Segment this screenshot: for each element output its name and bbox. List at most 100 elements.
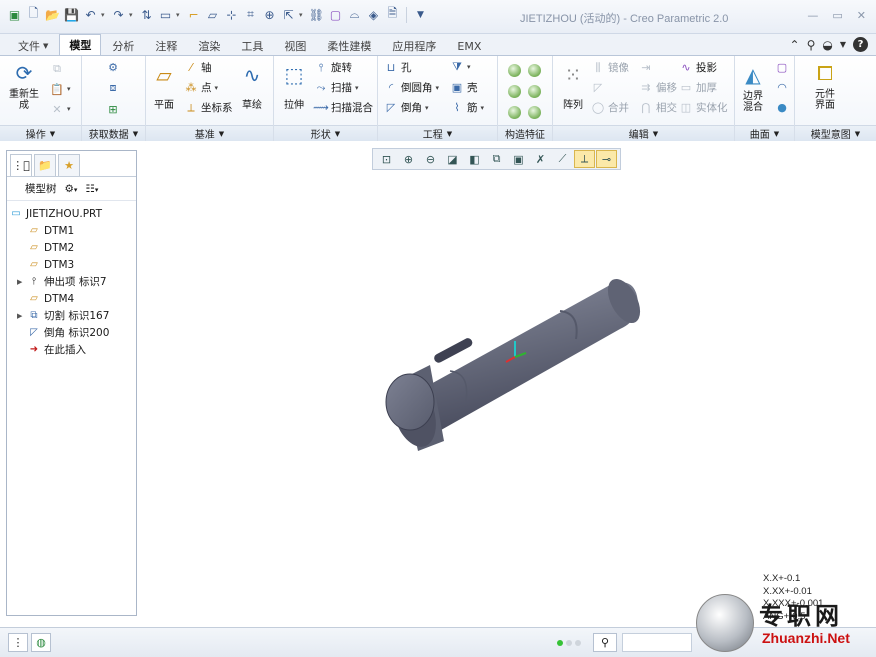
freestyle-button[interactable]: ● — [775, 100, 789, 114]
regenerate-button[interactable]: ⟳ 重新生成 — [7, 59, 41, 111]
minimize-ribbon-icon[interactable]: ⌃ — [790, 38, 800, 52]
construction-feature-icon[interactable] — [508, 85, 521, 98]
swept-blend-button[interactable]: ⟿ 扫描混合 — [313, 100, 373, 115]
undo-icon[interactable]: ↶ — [82, 6, 99, 23]
tab-view[interactable]: 视图 — [274, 36, 316, 55]
datum-display-filter-icon[interactable]: ⟂ — [574, 150, 595, 168]
windows-dropdown-icon[interactable]: ▾ — [176, 11, 183, 19]
tab-flexible-modeling[interactable]: 柔性建模 — [317, 36, 381, 55]
intersect-button[interactable]: ⋂ 相交 — [639, 100, 677, 115]
tree-node-root[interactable]: ▭ JIETIZHOU.PRT — [7, 205, 136, 222]
axis-display-icon[interactable]: ⊹ — [223, 6, 240, 23]
tab-render[interactable]: 渲染 — [188, 36, 230, 55]
component-interface-button[interactable]: ⧠ 元件界面 — [811, 59, 839, 111]
zoom-in-icon[interactable]: ⊕ — [398, 150, 419, 168]
thicken-button[interactable]: ▭ 加厚 — [679, 80, 717, 95]
maximize-button[interactable]: ▭ — [832, 9, 842, 22]
customize-dropdown-icon[interactable]: ▼ — [412, 6, 429, 23]
surface-icon[interactable]: ◈ — [365, 6, 382, 23]
revolve-button[interactable]: ⫯ 旋转 — [314, 60, 352, 75]
group-label[interactable]: 模型意图 ▼ — [795, 125, 876, 141]
group-label[interactable]: 基准 ▼ — [146, 125, 273, 141]
extrude-button[interactable]: ⬚ 拉伸 — [280, 61, 308, 111]
group-label[interactable]: 工程 ▼ — [378, 125, 497, 141]
community-icon[interactable]: ◒ — [822, 38, 832, 52]
display-style-icon[interactable]: ◧ — [464, 150, 485, 168]
find-icon[interactable]: ⚲ — [593, 633, 617, 652]
view-manager-icon[interactable]: ▣ — [508, 150, 529, 168]
shape-icon[interactable]: ⌓ — [346, 6, 363, 23]
tree-node-chamfer[interactable]: ◸ 倒角 标识200 — [7, 324, 136, 341]
folder-browser-tab-icon[interactable]: 📁 — [34, 154, 56, 176]
boundary-blend-button[interactable]: ◭ 边界混合 — [739, 61, 767, 113]
annotation-display-icon[interactable]: ⟋ — [552, 150, 573, 168]
close-button[interactable]: ✕ — [857, 9, 866, 22]
group-label[interactable]: 操作 ▼ — [0, 125, 81, 141]
redo-icon[interactable]: ↷ — [110, 6, 127, 23]
new-file-icon[interactable]: 🗋 — [25, 6, 42, 23]
undo-dropdown-icon[interactable]: ▾ — [101, 11, 108, 19]
tree-node-dtm2[interactable]: ▱ DTM2 — [7, 239, 136, 256]
selection-filter-field[interactable] — [622, 633, 692, 652]
save-icon[interactable]: 💾 — [63, 6, 80, 23]
zoom-out-icon[interactable]: ⊖ — [420, 150, 441, 168]
refit-icon[interactable]: ⊡ — [376, 150, 397, 168]
tree-node-dtm4[interactable]: ▱ DTM4 — [7, 290, 136, 307]
saved-views-icon[interactable]: ⧉ — [486, 150, 507, 168]
open-folder-icon[interactable]: 📂 — [44, 6, 61, 23]
datum-display-icon[interactable]: ⌐ — [185, 6, 202, 23]
model-tree-tab-icon[interactable]: ⋮⃞ — [10, 154, 32, 176]
tab-analysis[interactable]: 分析 — [102, 36, 144, 55]
offset-button[interactable]: ⇉ 偏移 — [639, 80, 677, 95]
fill-button[interactable]: ▢ — [775, 60, 789, 74]
point-display-icon[interactable]: ⊕ — [261, 6, 278, 23]
app-logo-icon[interactable]: ▣ — [6, 6, 23, 23]
group-label[interactable]: 曲面 ▼ — [735, 125, 794, 141]
construction-feature-icon[interactable] — [528, 85, 541, 98]
link-icon[interactable]: ⛓ — [308, 6, 325, 23]
help-icon[interactable]: ? — [853, 37, 868, 52]
tab-model[interactable]: 模型 — [59, 34, 102, 55]
style-button[interactable]: ◠ — [775, 80, 789, 94]
tree-node-dtm1[interactable]: ▱ DTM1 — [7, 222, 136, 239]
windows-icon[interactable]: ▭ — [157, 6, 174, 23]
axis-button[interactable]: ⁄ 轴 — [184, 60, 211, 75]
construction-feature-icon[interactable] — [528, 106, 541, 119]
spin-center-icon[interactable]: ⊸ — [596, 150, 617, 168]
repaint-icon[interactable]: ◪ — [442, 150, 463, 168]
construction-feature-icon[interactable] — [508, 106, 521, 119]
merge-inheritance-button[interactable]: ⊞ — [106, 102, 120, 116]
search-icon[interactable]: ⚲ — [807, 38, 816, 52]
mirror-button[interactable]: ⫼ 镜像 — [591, 60, 629, 75]
tab-tools[interactable]: 工具 — [231, 36, 273, 55]
chamfer-button[interactable]: ◸ 倒角 ▾ — [384, 100, 429, 115]
tab-file[interactable]: 文件 ▼ — [8, 36, 58, 55]
tab-emx[interactable]: EMX — [447, 36, 491, 55]
group-label[interactable]: 获取数据 ▼ — [82, 125, 145, 141]
shell-button[interactable]: ▣ 壳 — [450, 80, 478, 95]
trim-button[interactable]: ⇥ — [639, 60, 653, 74]
paste-button[interactable]: 📋 ▾ — [50, 82, 70, 96]
select-icon[interactable]: ⇱ — [280, 6, 297, 23]
csys-display-icon[interactable]: ⌗ — [242, 6, 259, 23]
tree-columns-icon[interactable]: ☷▾ — [85, 183, 98, 195]
solidify-button[interactable]: ◫ 实体化 — [679, 100, 728, 115]
copy-geometry-button[interactable]: ⧈ — [106, 81, 120, 95]
point-button[interactable]: ⁂ 点 ▾ — [184, 80, 219, 95]
select-dropdown-icon[interactable]: ▾ — [299, 11, 306, 19]
sketch-button[interactable]: ∿ 草绘 — [238, 61, 266, 111]
tab-applications[interactable]: 应用程序 — [382, 36, 446, 55]
graphics-window[interactable] — [140, 143, 876, 627]
perspective-icon[interactable]: ✗ — [530, 150, 551, 168]
csys-button[interactable]: ⟂ 坐标系 — [184, 100, 232, 115]
construction-feature-icon[interactable] — [508, 64, 521, 77]
tab-annotate[interactable]: 注释 — [145, 36, 187, 55]
extend-button[interactable]: ◸ — [591, 80, 605, 94]
redo-dropdown-icon[interactable]: ▾ — [129, 11, 136, 19]
tree-node-protrusion[interactable]: ▶ ⫯ 伸出项 标识7 — [7, 273, 136, 290]
sweep-button[interactable]: ⤳ 扫描 ▾ — [314, 80, 359, 95]
round-button[interactable]: ◜ 倒圆角 ▾ — [384, 80, 439, 95]
tree-settings-icon[interactable]: ⚙▾ — [65, 183, 78, 195]
minimize-button[interactable]: — — [807, 9, 818, 22]
plane-display-icon[interactable]: ▱ — [204, 6, 221, 23]
